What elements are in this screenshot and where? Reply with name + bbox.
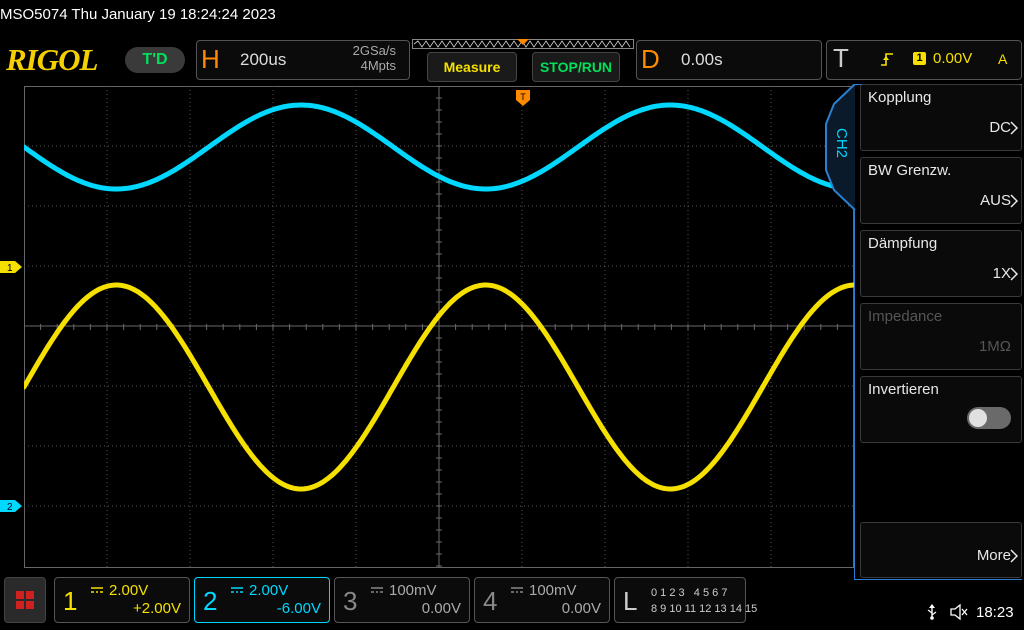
channel-scale: 2.00V (109, 582, 149, 599)
delay-letter: D (641, 44, 660, 74)
trigger-status-badge: T'D (125, 47, 185, 73)
menu-item-value: AUS (980, 192, 1011, 209)
channel-scale: 100mV (529, 582, 577, 599)
timebase-value: 200us (240, 50, 287, 69)
ch2-marker-label: 2 (7, 502, 13, 513)
chevron-right-icon (1010, 121, 1019, 135)
menu-item-attenuation[interactable]: Dämpfung 1X (860, 230, 1022, 297)
delay-panel[interactable] (636, 40, 822, 80)
ch1-ground-marker[interactable]: 1 (0, 259, 24, 275)
menu-item-title: Kopplung (868, 89, 932, 106)
channel-2-box[interactable]: 2 2.00V -6.00V (194, 577, 330, 623)
status-clock: 18:23 (976, 604, 1014, 621)
menu-item-bw-limit[interactable]: BW Grenzw. AUS (860, 157, 1022, 224)
chevron-right-icon (1010, 194, 1019, 208)
home-menu-button[interactable] (4, 577, 46, 623)
graticule (24, 86, 854, 568)
menu-item-value: DC (989, 119, 1011, 136)
logic-analyzer-box[interactable]: L 0 1 2 3 4 5 6 7 8 9 10 11 12 13 14 15 (614, 577, 757, 623)
window-title: MSO5074 Thu January 19 18:24:24 2023 (0, 6, 276, 23)
menu-item-impedance: Impedance 1MΩ (860, 303, 1022, 370)
channel-number: 2 (203, 586, 218, 616)
horizontal-letter: H (201, 44, 220, 74)
channel-3-box[interactable]: 3 100mV 0.00V (334, 577, 470, 623)
chevron-right-icon (1010, 267, 1019, 281)
channel-number: 4 (483, 586, 498, 616)
channel-scale: 2.00V (249, 582, 289, 599)
trigger-letter: T (833, 43, 849, 73)
toggle-knob (969, 409, 987, 427)
channel-offset: -6.00V (276, 600, 321, 617)
chevron-right-icon (1010, 549, 1019, 563)
waveform-display[interactable]: T (24, 86, 854, 568)
dc-coupling-icon (91, 587, 103, 593)
grid-menu-icon (16, 591, 34, 609)
logic-letter: L (623, 586, 638, 616)
channel-tab-label: CH2 (833, 128, 850, 159)
ch2-ground-marker[interactable]: 2 (0, 498, 24, 514)
speaker-muted-icon[interactable] (950, 604, 968, 620)
menu-more-label: More (976, 547, 1011, 564)
menu-item-title: Invertieren (868, 381, 939, 398)
menu-item-title: Dämpfung (868, 235, 938, 252)
invert-toggle[interactable] (967, 407, 1011, 429)
usb-icon (927, 604, 937, 620)
delay-value: 0.00s (681, 50, 723, 69)
memory-depth: 4Mpts (360, 58, 396, 73)
logic-channels-row1: 0 1 2 3 4 5 6 7 (651, 587, 728, 599)
menu-item-value: 1X (992, 265, 1011, 282)
dc-coupling-icon (231, 587, 243, 593)
stop-run-button[interactable]: STOP/RUN (532, 52, 620, 82)
dc-coupling-icon (371, 587, 383, 593)
menu-item-title: BW Grenzw. (868, 162, 952, 179)
brand-logo: RIGOL (6, 42, 98, 77)
trigger-level: 0.00V (933, 50, 973, 67)
menu-item-title: Impedance (868, 308, 943, 325)
channel-4-box[interactable]: 4 100mV 0.00V (474, 577, 610, 623)
channel-number: 1 (63, 586, 78, 616)
rising-edge-icon (881, 53, 893, 66)
svg-text:T: T (520, 92, 526, 102)
ch1-marker-label: 1 (7, 263, 13, 274)
channel-offset: +2.00V (133, 600, 181, 617)
menu-item-value: 1MΩ (978, 338, 1011, 355)
trigger-position-marker (517, 39, 529, 45)
menu-item-more[interactable]: More (860, 522, 1022, 578)
memory-overview-strip (412, 39, 634, 49)
measure-button[interactable]: Measure (427, 52, 517, 82)
channel-offset: 0.00V (561, 600, 601, 617)
channel-scale: 100mV (389, 582, 437, 599)
channel-number: 3 (343, 586, 358, 616)
menu-item-coupling[interactable]: Kopplung DC (860, 84, 1022, 151)
menu-item-invert[interactable]: Invertieren (860, 376, 1022, 443)
channel-1-box[interactable]: 1 2.00V +2.00V (54, 577, 190, 623)
trigger-source-badge: 1 (913, 52, 926, 65)
dc-coupling-icon (511, 587, 523, 593)
channel-offset: 0.00V (421, 600, 461, 617)
trigger-mode: A (998, 51, 1008, 67)
logic-channels-row2: 8 9 10 11 12 13 14 15 (651, 603, 758, 615)
sample-rate: 2GSa/s (352, 43, 396, 58)
